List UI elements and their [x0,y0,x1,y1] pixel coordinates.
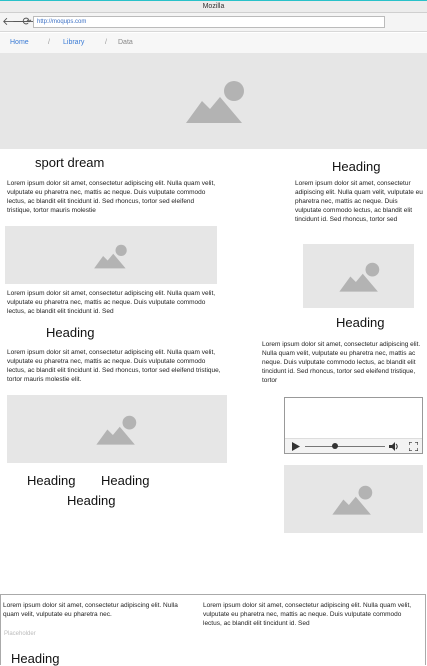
image-icon [332,485,373,515]
arrow-right-icon[interactable]: 🡒 [12,16,42,28]
breadcrumb-home[interactable]: Home [10,33,29,53]
paragraph: Lorem ipsum dolor sit amet, consectetur … [7,349,221,383]
paragraph: Lorem ipsum dolor sit amet, consectetur … [7,180,216,214]
image-icon [186,81,244,123]
heading: Heading [27,473,76,488]
paragraph: Lorem ipsum dolor sit amet, consectetur … [295,180,423,223]
paragraph: Lorem ipsum dolor sit amet, consectetur … [262,341,421,384]
paragraph: Lorem ipsum dolor sit amet, consectetur … [3,602,178,618]
image-placeholder [303,244,414,308]
image-placeholder [284,465,423,533]
image-icon [339,262,380,292]
paragraph: Lorem ipsum dolor sit amet, consectetur … [203,602,412,627]
heading: Heading [67,493,116,508]
paragraph: Lorem ipsum dolor sit amet, consectetur … [7,290,216,315]
image-placeholder [5,226,217,284]
placeholder-label: Placeholder [4,631,36,637]
breadcrumb-library[interactable]: Library [63,33,84,53]
window-title: Mozilla [202,3,225,10]
reload-icon[interactable]: ⟳ [22,16,32,28]
image-icon [94,244,127,269]
breadcrumb-separator: / [105,39,107,46]
hero-image-placeholder [0,53,427,149]
fullscreen-icon[interactable] [409,442,418,451]
video-progress-track[interactable] [305,446,385,447]
image-icon [96,415,137,445]
arrow-left-icon[interactable]: 🡐 [2,16,32,28]
heading: Heading [332,159,381,174]
footer-panel: Lorem ipsum dolor sit amet, consectetur … [0,594,426,666]
heading: Heading [46,325,95,340]
video-controls [285,438,422,453]
sport-title: sport dream [35,155,105,170]
video-player[interactable] [284,397,423,454]
video-progress-knob[interactable] [332,443,339,449]
heading: Heading [11,651,60,666]
breadcrumb-separator: / [48,39,50,46]
url-field[interactable]: http://moqups.com [33,16,385,28]
volume-icon[interactable] [389,442,399,451]
play-icon[interactable] [292,442,300,451]
browser-toolbar: 🡐 🡒 ⟳ http://moqups.com [0,13,427,32]
heading: Heading [336,315,385,330]
breadcrumb: Home / Library / Data [0,33,427,53]
window-titlebar: Mozilla [0,0,427,13]
image-placeholder [7,395,227,463]
heading: Heading [101,473,150,488]
breadcrumb-data: Data [118,39,133,46]
